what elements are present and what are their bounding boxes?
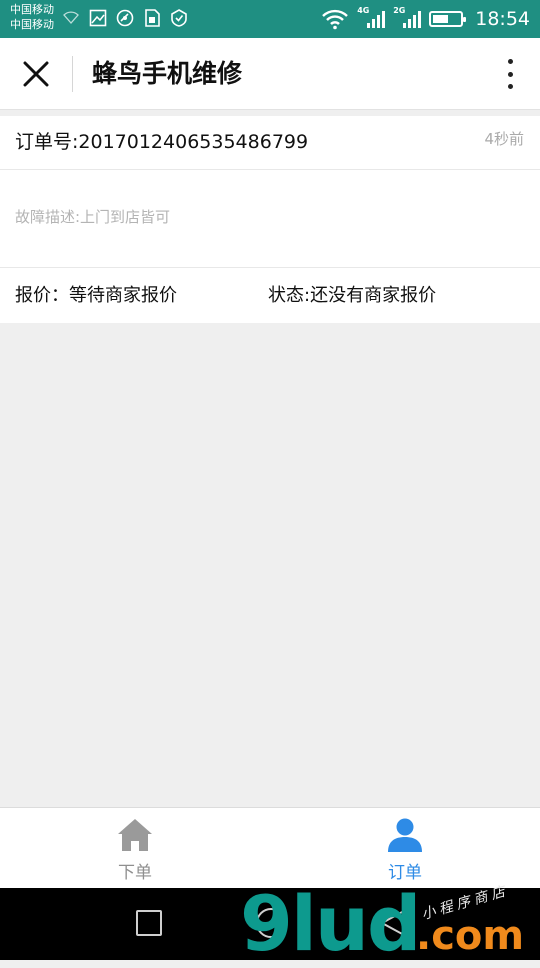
status-bar: 中国移动 中国移动 4G 2G 18:54 bbox=[0, 0, 540, 38]
home-icon bbox=[118, 819, 152, 851]
back-triangle-icon[interactable] bbox=[378, 908, 408, 938]
sim-card-icon bbox=[143, 9, 161, 27]
home-circle-icon[interactable] bbox=[256, 908, 286, 938]
battery-fill bbox=[433, 15, 448, 23]
title-divider bbox=[72, 56, 73, 92]
recents-square-icon[interactable] bbox=[136, 910, 162, 936]
battery-icon bbox=[429, 11, 467, 27]
order-status: 状态:还没有商家报价 bbox=[268, 285, 437, 306]
tab-label-orders: 订单 bbox=[388, 863, 422, 883]
tab-orders[interactable]: 订单 bbox=[270, 808, 540, 888]
tab-label-place-order: 下单 bbox=[118, 863, 152, 883]
quote-status-row: 报价：等待商家报价 状态:还没有商家报价 bbox=[0, 268, 540, 323]
bottom-tab-bar: 下单 订单 bbox=[0, 807, 540, 888]
user-icon bbox=[388, 818, 422, 852]
order-card[interactable]: 订单号:2017012406535486799 4秒前 故障描述:上门到店皆可 … bbox=[0, 116, 540, 323]
fault-description-row: 故障描述:上门到店皆可 bbox=[0, 170, 540, 268]
close-button[interactable] bbox=[16, 56, 56, 92]
system-nav-bar bbox=[0, 888, 540, 960]
wifi-icon bbox=[321, 8, 349, 30]
title-bar: 蜂鸟手机维修 bbox=[0, 38, 540, 110]
quote-text: 报价：等待商家报价 bbox=[15, 285, 177, 306]
more-vertical-icon bbox=[507, 59, 513, 64]
carrier-label-2: 中国移动 bbox=[10, 18, 54, 31]
order-number: 订单号:2017012406535486799 bbox=[15, 131, 309, 153]
signal-2g-icon: 2G bbox=[393, 6, 422, 30]
order-time-ago: 4秒前 bbox=[484, 130, 524, 148]
signal-4g-icon: 4G bbox=[357, 6, 386, 30]
tab-place-order[interactable]: 下单 bbox=[0, 808, 270, 888]
more-options-button[interactable] bbox=[498, 56, 522, 92]
gallery-icon bbox=[89, 9, 107, 27]
fault-description: 故障描述:上门到店皆可 bbox=[15, 208, 171, 226]
carrier-label-1: 中国移动 bbox=[10, 3, 54, 16]
status-right: 4G 2G 18:54 bbox=[321, 6, 530, 32]
speedometer-icon bbox=[116, 9, 134, 27]
order-header-row: 订单号:2017012406535486799 4秒前 bbox=[0, 116, 540, 170]
notification-icons bbox=[62, 9, 188, 27]
close-icon bbox=[23, 61, 49, 87]
carrier-info: 中国移动 中国移动 bbox=[10, 2, 54, 32]
page-title: 蜂鸟手机维修 bbox=[92, 59, 243, 88]
shield-icon bbox=[170, 9, 188, 27]
clock: 18:54 bbox=[475, 8, 530, 30]
wifi-small-icon bbox=[62, 9, 80, 27]
